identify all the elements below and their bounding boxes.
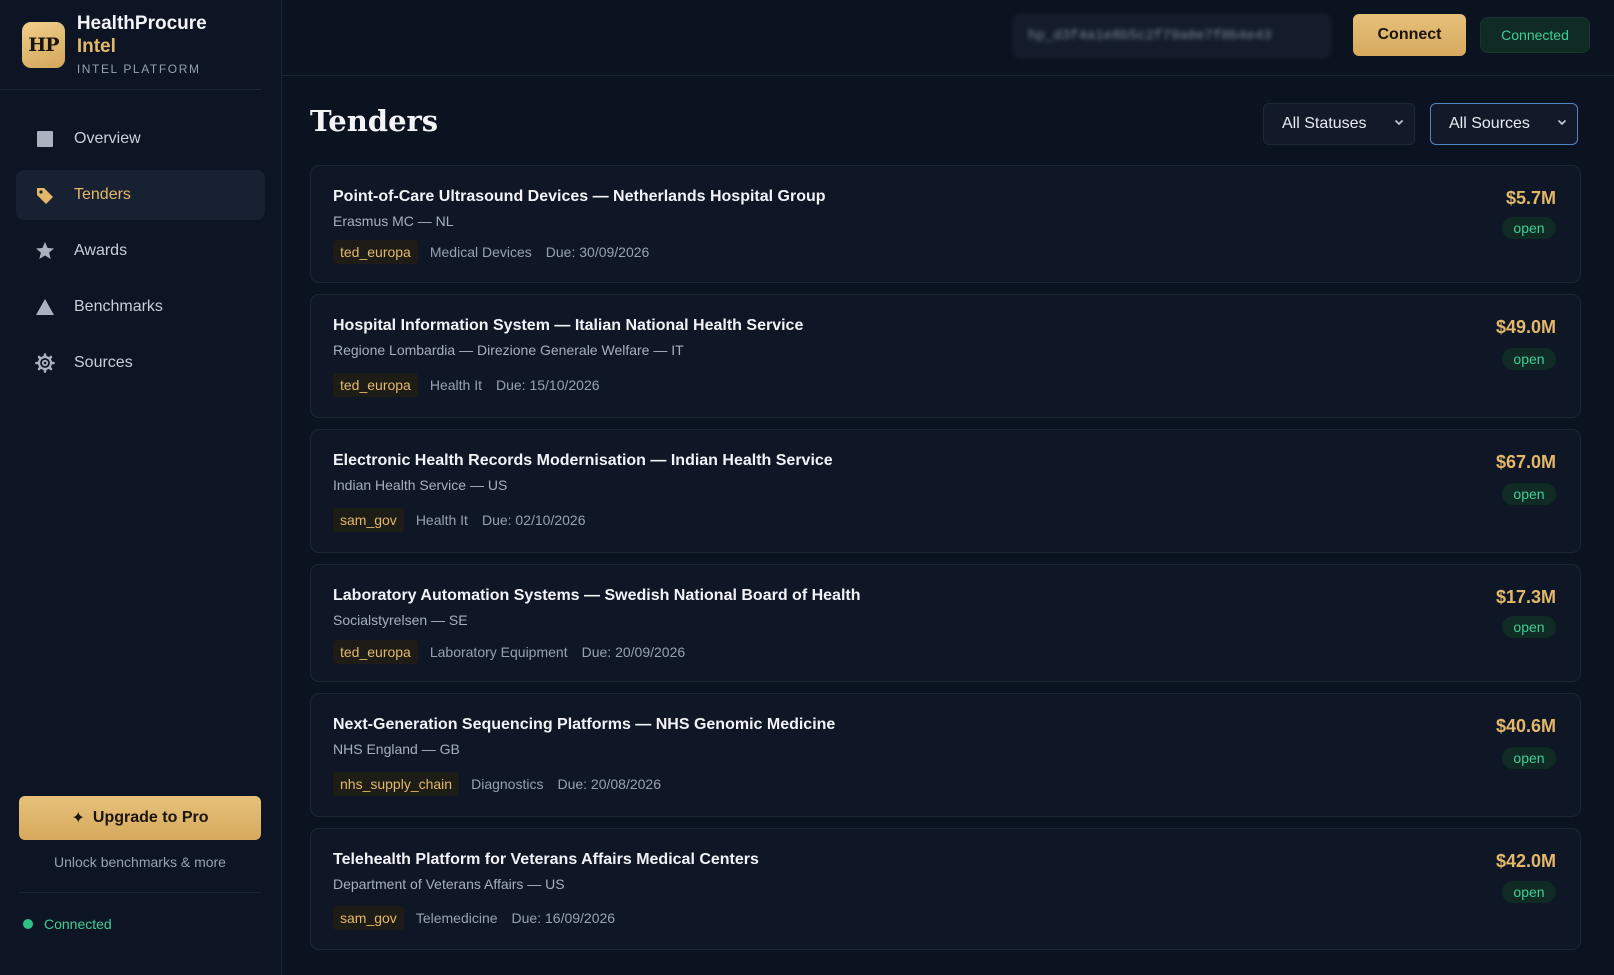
status-badge: open <box>1502 747 1556 769</box>
brand-logo[interactable]: HP <box>22 21 65 68</box>
page-title: Tenders <box>310 104 439 138</box>
tender-category: Laboratory Equipment <box>429 644 568 660</box>
tender-due-date: Due: 30/09/2026 <box>545 244 650 260</box>
square-icon <box>34 128 56 150</box>
connect-button[interactable]: Connect <box>1353 14 1466 56</box>
source-tag: nhs_supply_chain <box>333 772 460 796</box>
chevron-down-icon <box>1557 116 1567 130</box>
tender-card[interactable]: Electronic Health Records Modernisation … <box>310 429 1581 553</box>
tender-title: Electronic Health Records Modernisation … <box>333 452 833 469</box>
tender-due-date: Due: 16/09/2026 <box>511 910 616 926</box>
sidebar: HP HealthProcure Intel INTEL PLATFORM Ov… <box>0 0 282 975</box>
sidebar-item-label: Overview <box>74 130 141 147</box>
tender-category: Medical Devices <box>429 244 532 260</box>
tender-card[interactable]: Point-of-Care Ultrasound Devices — Nethe… <box>310 165 1581 283</box>
tender-title: Telehealth Platform for Veterans Affairs… <box>333 851 759 868</box>
sidebar-item-overview[interactable]: Overview <box>16 114 265 164</box>
sparkle-icon: ✦ <box>71 810 85 827</box>
sidebar-item-sources[interactable]: Sources <box>16 338 265 388</box>
source-tag: sam_gov <box>333 906 404 930</box>
tender-title: Laboratory Automation Systems — Swedish … <box>333 587 861 604</box>
tender-card[interactable]: Telehealth Platform for Veterans Affairs… <box>310 828 1581 950</box>
api-key-input[interactable] <box>1013 14 1331 58</box>
tender-org: Regione Lombardia — Direzione Generale W… <box>333 342 684 358</box>
tender-title: Hospital Information System — Italian Na… <box>333 317 804 334</box>
tender-value: $17.3M <box>1495 587 1556 607</box>
source-tag: ted_europa <box>333 373 418 397</box>
tender-list: Point-of-Care Ultrasound Devices — Nethe… <box>310 165 1581 961</box>
tender-value: $49.0M <box>1495 317 1556 337</box>
source-tag: ted_europa <box>333 640 418 664</box>
connection-status: Connected <box>23 916 112 932</box>
tender-meta: ted_europa Medical Devices Due: 30/09/20… <box>333 240 649 264</box>
tender-meta: ted_europa Laboratory Equipment Due: 20/… <box>333 640 685 664</box>
brand-name: HealthProcure Intel <box>77 13 239 59</box>
tender-org: Department of Veterans Affairs — US <box>333 876 565 892</box>
tender-card[interactable]: Hospital Information System — Italian Na… <box>310 294 1581 418</box>
main-content: Connect Connected Tenders All Statuses A… <box>282 0 1614 975</box>
tender-title: Point-of-Care Ultrasound Devices — Nethe… <box>333 188 826 205</box>
tender-category: Diagnostics <box>471 776 544 792</box>
sidebar-nav: Overview Tenders Awards Benchmarks Sourc… <box>0 90 281 388</box>
tender-due-date: Due: 02/10/2026 <box>481 512 586 528</box>
brand-name-main: HealthProcure <box>76 12 207 34</box>
gear-icon <box>34 352 56 374</box>
tender-card[interactable]: Laboratory Automation Systems — Swedish … <box>310 564 1581 682</box>
source-tag: ted_europa <box>333 240 418 264</box>
tender-meta: ted_europa Health It Due: 15/10/2026 <box>333 373 600 397</box>
sidebar-item-awards[interactable]: Awards <box>16 226 265 276</box>
sidebar-item-label: Benchmarks <box>74 298 163 315</box>
tender-meta: sam_gov Health It Due: 02/10/2026 <box>333 508 585 532</box>
tender-org: Socialstyrelsen — SE <box>333 612 468 628</box>
sidebar-item-benchmarks[interactable]: Benchmarks <box>16 282 265 332</box>
sidebar-item-label: Awards <box>74 242 128 259</box>
triangle-icon <box>34 296 56 318</box>
brand-header: HP HealthProcure Intel INTEL PLATFORM <box>0 0 261 90</box>
chevron-down-icon <box>1394 116 1404 130</box>
status-badge: open <box>1502 348 1556 370</box>
upgrade-button[interactable]: ✦ Upgrade to Pro <box>19 796 261 840</box>
connection-status-label: Connected <box>44 916 112 932</box>
status-badge: open <box>1502 616 1556 638</box>
star-icon <box>34 240 56 262</box>
tender-value: $40.6M <box>1495 716 1556 736</box>
tender-value: $42.0M <box>1495 851 1556 871</box>
topbar: Connect Connected <box>282 0 1614 76</box>
status-badge: open <box>1502 217 1556 239</box>
tender-due-date: Due: 20/09/2026 <box>581 644 686 660</box>
tag-icon <box>34 184 56 206</box>
sidebar-divider <box>19 892 261 893</box>
brand-name-accent: Intel <box>76 35 116 57</box>
status-badge: open <box>1502 881 1556 903</box>
tender-org: Indian Health Service — US <box>333 477 508 493</box>
tender-category: Health It <box>415 512 468 528</box>
source-filter-select[interactable]: All Sources <box>1430 103 1578 145</box>
tender-org: Erasmus MC — NL <box>333 213 454 229</box>
upgrade-button-label: Upgrade to Pro <box>92 809 209 826</box>
status-badge: open <box>1502 483 1556 505</box>
tender-value: $5.7M <box>1505 188 1556 208</box>
tender-card[interactable]: Next-Generation Sequencing Platforms — N… <box>310 693 1581 817</box>
tender-category: Telemedicine <box>415 910 498 926</box>
sidebar-item-tenders[interactable]: Tenders <box>16 170 265 220</box>
sidebar-item-label: Tenders <box>74 186 131 203</box>
status-filter-select[interactable]: All Statuses <box>1263 103 1415 145</box>
status-filter-value: All Statuses <box>1282 115 1367 132</box>
tender-meta: nhs_supply_chain Diagnostics Due: 20/08/… <box>333 772 661 796</box>
source-filter-value: All Sources <box>1449 115 1530 132</box>
tender-due-date: Due: 15/10/2026 <box>495 377 600 393</box>
tender-value: $67.0M <box>1495 452 1556 472</box>
tender-org: NHS England — GB <box>333 741 460 757</box>
upgrade-note: Unlock benchmarks & more <box>54 854 226 870</box>
brand-subtitle: INTEL PLATFORM <box>76 62 201 77</box>
tender-category: Health It <box>429 377 482 393</box>
sidebar-item-label: Sources <box>74 354 133 371</box>
source-tag: sam_gov <box>333 508 404 532</box>
tender-meta: sam_gov Telemedicine Due: 16/09/2026 <box>333 906 615 930</box>
status-dot-icon <box>23 919 33 929</box>
upgrade-section: ✦ Upgrade to Pro Unlock benchmarks & mor… <box>19 796 261 870</box>
tender-title: Next-Generation Sequencing Platforms — N… <box>333 716 836 733</box>
tender-due-date: Due: 20/08/2026 <box>557 776 661 792</box>
connected-badge: Connected <box>1480 17 1590 53</box>
